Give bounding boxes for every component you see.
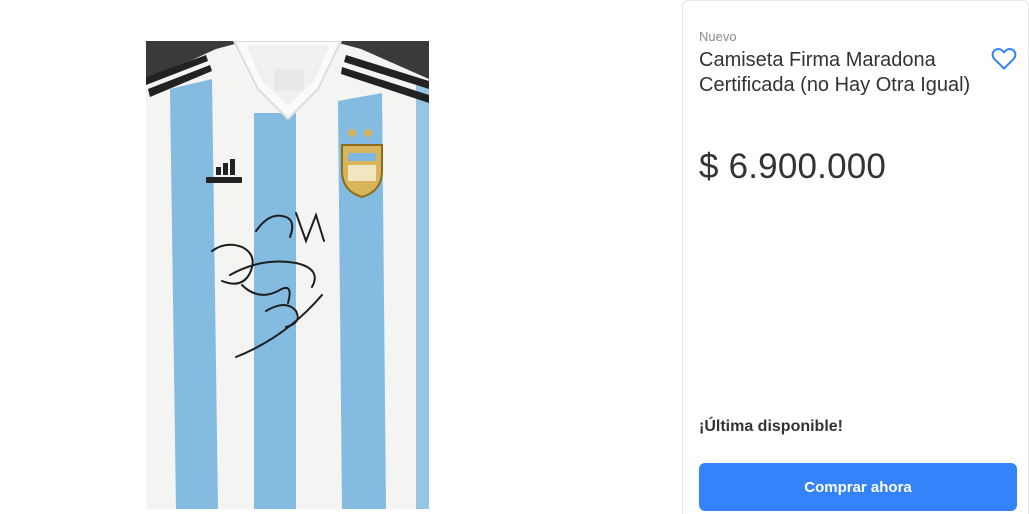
buy-now-button[interactable]: Comprar ahora xyxy=(699,463,1017,511)
signed-shirt-photo xyxy=(146,41,429,509)
heart-outline-icon xyxy=(991,48,1017,70)
favorite-button[interactable] xyxy=(991,47,1017,71)
image-gallery xyxy=(0,0,682,514)
item-condition: Nuevo xyxy=(699,29,737,44)
stock-status: ¡Última disponible! xyxy=(699,418,843,435)
purchase-panel: Nuevo Camiseta Firma Maradona Certificad… xyxy=(682,0,1029,514)
product-price: $ 6.900.000 xyxy=(699,147,887,186)
product-image[interactable] xyxy=(146,41,429,509)
product-title: Camiseta Firma Maradona Certificada (no … xyxy=(699,49,971,96)
